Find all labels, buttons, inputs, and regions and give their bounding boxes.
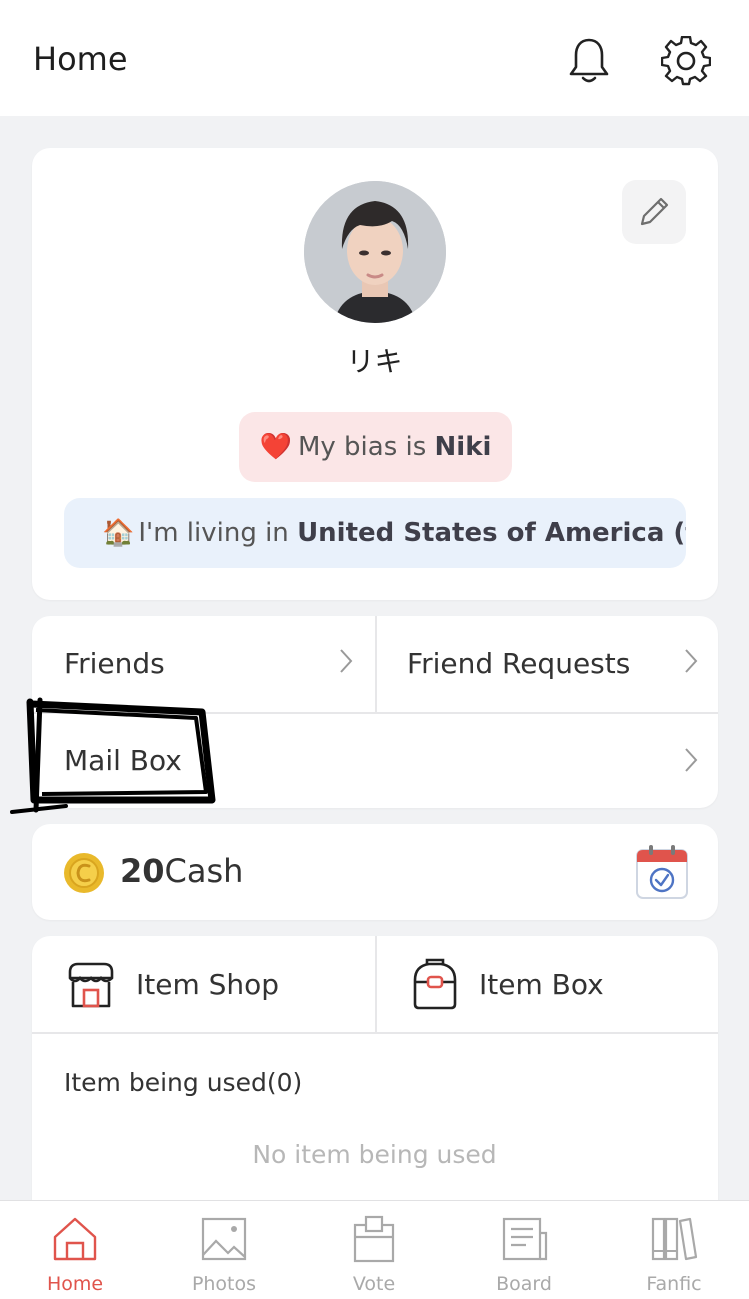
item-box-label: Item Box: [479, 968, 604, 1001]
chevron-right-icon: [683, 647, 699, 683]
nav-fanfic-label: Fanfic: [646, 1273, 702, 1295]
friend-requests-label: Friend Requests: [407, 647, 631, 680]
nav-home[interactable]: Home: [0, 1201, 150, 1299]
settings-button[interactable]: [658, 33, 714, 89]
vote-icon: [353, 1215, 395, 1263]
home-icon: [53, 1217, 97, 1261]
page-title: Home: [33, 40, 128, 78]
item-shop-button[interactable]: Item Shop: [32, 936, 375, 1032]
bias-prefix: My bias is: [297, 432, 435, 462]
divider: [32, 1032, 718, 1034]
bias-name: Niki: [434, 432, 492, 462]
bell-icon: [569, 38, 609, 83]
friend-requests-row[interactable]: Friend Requests: [377, 616, 718, 712]
pencil-icon: [640, 197, 669, 226]
nav-fanfic[interactable]: Fanfic: [599, 1201, 749, 1299]
attendance-button[interactable]: [632, 842, 692, 902]
nav-board[interactable]: Board: [449, 1201, 599, 1299]
nav-vote[interactable]: Vote: [299, 1201, 449, 1299]
bias-badge[interactable]: ❤️ My bias is Niki: [239, 412, 512, 482]
photo-icon: [201, 1217, 247, 1261]
notification-button[interactable]: [562, 34, 616, 88]
friends-label: Friends: [64, 647, 165, 680]
bottom-navigation: Home Photos Vote Board Fanfic: [0, 1200, 749, 1299]
highlight-scribble: [10, 697, 216, 814]
nav-board-label: Board: [496, 1273, 552, 1295]
gear-icon: [661, 36, 711, 86]
location-prefix: I'm living in: [138, 518, 298, 548]
nav-photos-label: Photos: [191, 1273, 257, 1295]
empty-items-message: No item being used: [252, 1140, 497, 1169]
item-shop-label: Item Shop: [136, 968, 280, 1001]
chevron-right-icon: [338, 647, 354, 683]
avatar[interactable]: [304, 181, 446, 323]
books-icon: [651, 1217, 698, 1261]
avatar-photo: [304, 181, 446, 323]
coin-icon: [64, 853, 104, 893]
cash-amount: 20: [120, 852, 165, 890]
cash-balance: 20Cash: [120, 852, 243, 890]
cash-unit: Cash: [164, 852, 244, 890]
item-box-button[interactable]: Item Box: [377, 936, 718, 1032]
shop-icon: [68, 962, 114, 1008]
items-in-use-heading: Item being used(0): [64, 1068, 303, 1097]
nav-photos[interactable]: Photos: [149, 1201, 299, 1299]
location-name: United States of America (t…: [297, 518, 686, 548]
app-header: Home: [0, 0, 749, 116]
nav-vote-label: Vote: [352, 1273, 396, 1295]
calendar-check-icon: [636, 845, 688, 899]
house-icon: 🏠: [102, 518, 135, 548]
heart-icon: ❤️: [259, 432, 292, 462]
backpack-icon: [413, 958, 457, 1010]
edit-profile-button[interactable]: [622, 180, 686, 244]
nav-home-label: Home: [46, 1273, 104, 1295]
profile-name: リキ: [346, 345, 403, 378]
location-badge[interactable]: 🏠 I'm living in United States of America…: [64, 498, 686, 568]
chevron-right-icon: [683, 746, 699, 782]
board-icon: [502, 1217, 548, 1261]
